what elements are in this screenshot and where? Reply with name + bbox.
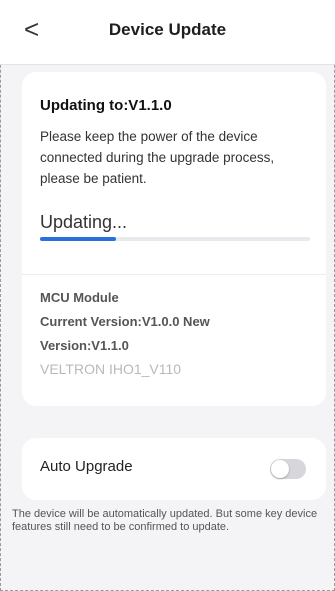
- toggle-knob: [271, 460, 289, 478]
- update-status: Updating...: [40, 212, 128, 232]
- auto-upgrade-note: The device will be automatically updated…: [12, 508, 318, 533]
- update-target-title: Updating to:V1.1.0: [40, 97, 172, 114]
- auto-upgrade-toggle[interactable]: [270, 459, 306, 479]
- progress-bar: [40, 237, 310, 241]
- update-description: Please keep the power of the device conn…: [40, 129, 275, 186]
- page-title: Device Update: [108, 20, 227, 39]
- current-version-line: Current Version:V1.0.0 New: [40, 314, 210, 329]
- auto-upgrade-card: Auto Upgrade: [22, 438, 326, 500]
- module-label: MCU Module: [40, 290, 119, 305]
- header-divider: [0, 64, 335, 65]
- auto-upgrade-label: Auto Upgrade: [40, 458, 133, 475]
- top-bar: < Device Update: [0, 0, 335, 64]
- card-divider: [22, 274, 326, 275]
- firmware-name: VELTRON IHO1_V110: [40, 361, 182, 377]
- new-version-line: Version:V1.1.0: [40, 338, 129, 353]
- progress-fill: [40, 237, 116, 241]
- update-card: Updating to:V1.1.0 Please keep the power…: [22, 72, 326, 406]
